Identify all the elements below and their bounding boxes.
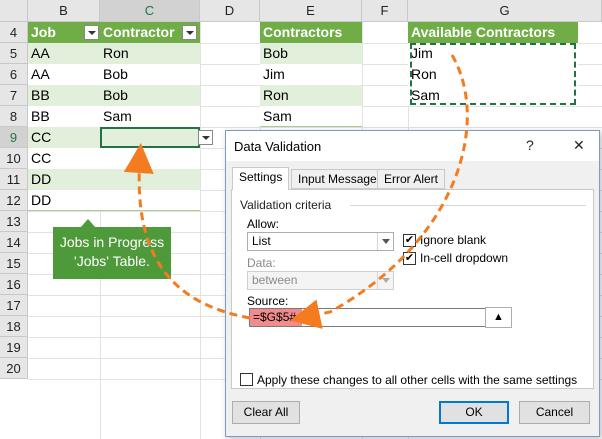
arrow-available-to-source	[290, 54, 469, 329]
annotation-arrows	[123, 54, 469, 329]
tab-settings[interactable]: Settings	[232, 167, 290, 190]
